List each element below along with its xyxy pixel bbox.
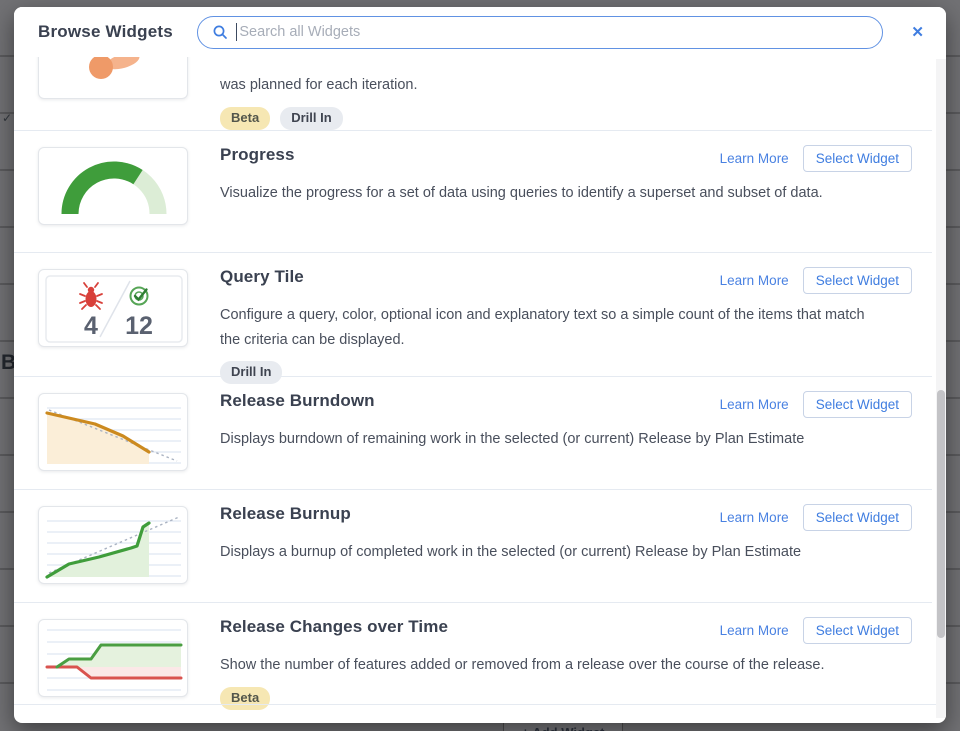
learn-more-link[interactable]: Learn More xyxy=(720,510,789,525)
drill-in-badge: Drill In xyxy=(280,107,342,130)
widget-title: Release Burnup xyxy=(220,504,351,524)
query-tile-defect-count: 4 xyxy=(84,312,98,340)
widget-description: was planned for each iteration. xyxy=(220,73,885,98)
widget-description: Show the number of features added or rem… xyxy=(220,653,885,678)
list-item: 4 12 Query Tile Learn More Select Widget… xyxy=(14,253,932,377)
select-widget-button[interactable]: Select Widget xyxy=(803,504,912,531)
release-burndown-thumbnail xyxy=(38,393,188,471)
add-widget-button[interactable]: + Add Widget xyxy=(503,722,623,731)
beta-badge: Beta xyxy=(220,107,270,130)
background-checkmark: ✓ xyxy=(2,111,12,125)
learn-more-link[interactable]: Learn More xyxy=(720,623,789,638)
search-input[interactable] xyxy=(239,24,868,40)
modal-header: Browse Widgets ✕ xyxy=(14,7,946,57)
progress-thumbnail xyxy=(38,147,188,225)
list-item: Release Burndown Learn More Select Widge… xyxy=(14,377,932,490)
learn-more-link[interactable]: Learn More xyxy=(720,151,789,166)
beta-badge: Beta xyxy=(220,687,270,710)
widget-description: Displays a burnup of completed work in t… xyxy=(220,540,885,565)
select-widget-button[interactable]: Select Widget xyxy=(803,267,912,294)
select-widget-button[interactable]: Select Widget xyxy=(803,617,912,644)
widget-description: Visualize the progress for a set of data… xyxy=(220,181,885,206)
browse-widgets-modal: Browse Widgets ✕ was xyxy=(14,7,946,723)
widget-description: Configure a query, color, optional icon … xyxy=(220,303,885,352)
select-widget-button[interactable]: Select Widget xyxy=(803,145,912,172)
release-changes-thumbnail xyxy=(38,619,188,697)
learn-more-link[interactable]: Learn More xyxy=(720,397,789,412)
modal-title: Browse Widgets xyxy=(38,22,173,42)
widget-description: Displays burndown of remaining work in t… xyxy=(220,427,885,452)
learn-more-link[interactable]: Learn More xyxy=(720,273,789,288)
search-box[interactable] xyxy=(197,16,884,49)
widget-title: Release Changes over Time xyxy=(220,617,448,637)
list-item: Progress Learn More Select Widget Visual… xyxy=(14,131,932,253)
query-tile-accepted-count: 12 xyxy=(125,312,153,340)
widget-title: Query Tile xyxy=(220,267,304,287)
widget-title: Progress xyxy=(220,145,295,165)
text-caret xyxy=(236,23,238,41)
scrollbar-thumb[interactable] xyxy=(937,390,945,638)
query-tile-thumbnail: 4 12 xyxy=(38,269,188,347)
select-widget-button[interactable]: Select Widget xyxy=(803,391,912,418)
widget-list: was planned for each iteration. Beta Dri… xyxy=(14,9,932,711)
scrollbar-track[interactable] xyxy=(936,59,946,718)
search-icon xyxy=(212,24,228,40)
list-item: Release Burnup Learn More Select Widget … xyxy=(14,490,932,603)
close-icon[interactable]: ✕ xyxy=(903,21,932,44)
list-item: Release Changes over Time Learn More Sel… xyxy=(14,603,932,711)
widget-title: Release Burndown xyxy=(220,391,375,411)
release-burnup-thumbnail xyxy=(38,506,188,584)
